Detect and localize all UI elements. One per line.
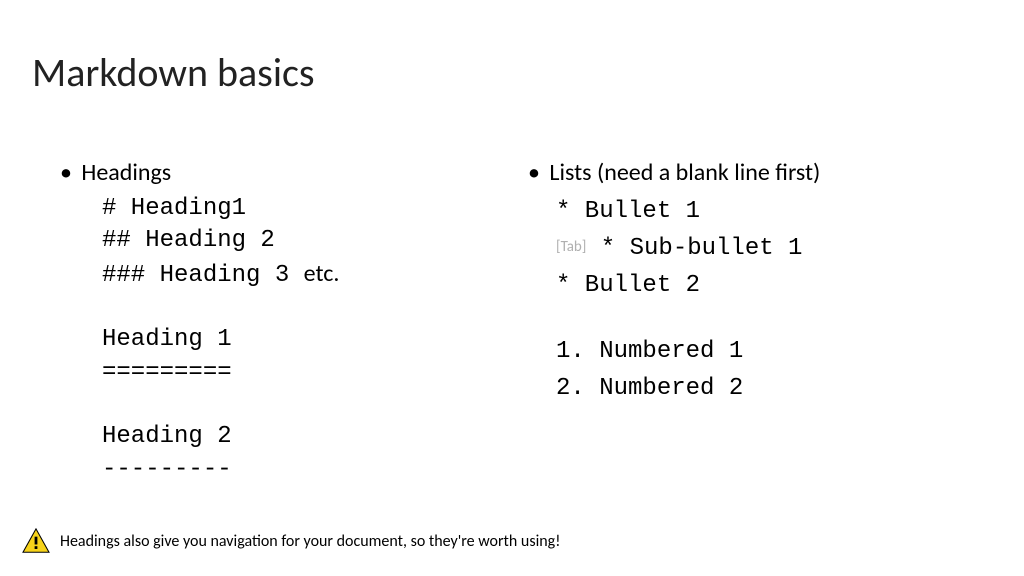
- sub-bullet-1: * Sub-bullet 1: [586, 235, 802, 262]
- sub-bullet-line: [Tab] * Sub-bullet 1: [556, 230, 984, 267]
- column-right: Lists (need a blank line first) * Bullet…: [536, 158, 984, 486]
- etc-label: etc.: [304, 259, 340, 288]
- footer-text: Headings also give you navigation for yo…: [60, 532, 560, 551]
- footer: Headings also give you navigation for yo…: [22, 528, 560, 554]
- code-h1: # Heading1: [102, 195, 246, 222]
- numbered-1: 1. Numbered 1: [556, 333, 984, 370]
- code-h2: ## Heading 2: [102, 227, 275, 254]
- headings-label: Headings: [78, 158, 516, 187]
- bullet-2: * Bullet 2: [556, 267, 984, 304]
- code-h3: ### Heading 3: [102, 262, 304, 289]
- headings-code-block: # Heading1 ## Heading 2 ### Heading 3 et…: [102, 193, 516, 292]
- spacer: [78, 292, 516, 324]
- warning-icon: [22, 528, 50, 554]
- alt-h2-text: Heading 2: [102, 423, 232, 450]
- alt-h2-rule: ---------: [102, 456, 232, 483]
- column-left: Headings # Heading1 ## Heading 2 ### Hea…: [78, 158, 536, 486]
- spacer: [556, 305, 984, 333]
- lists-label: Lists (need a blank line first): [546, 158, 984, 187]
- slide-title: Markdown basics: [32, 48, 315, 97]
- slide: Markdown basics Headings # Heading1 ## H…: [0, 0, 1024, 576]
- content-columns: Headings # Heading1 ## Heading 2 ### Hea…: [78, 158, 984, 486]
- tab-hint: [Tab]: [556, 236, 586, 259]
- bullet-1: * Bullet 1: [556, 193, 984, 230]
- alt-headings-code-block: Heading 1 ========= Heading 2 ---------: [102, 324, 516, 486]
- alt-h1-text: Heading 1: [102, 326, 232, 353]
- numbered-2: 2. Numbered 2: [556, 370, 984, 407]
- alt-h1-rule: =========: [102, 359, 232, 386]
- lists-code-block: * Bullet 1 [Tab] * Sub-bullet 1 * Bullet…: [556, 193, 984, 407]
